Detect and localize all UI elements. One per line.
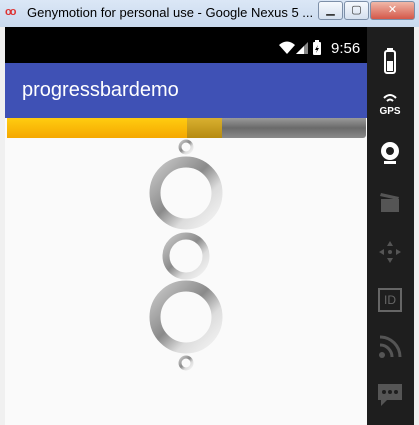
sms-widget-button[interactable] (375, 379, 405, 409)
dpad-icon (379, 241, 401, 263)
signal-icon (296, 42, 308, 54)
spinner-tiny-top (178, 139, 194, 155)
webcam-icon (381, 142, 399, 164)
remote-control-widget-button[interactable] (375, 237, 405, 267)
rss-icon (379, 335, 402, 358)
spinner-large (149, 156, 223, 230)
window-title-bar: oo Genymotion for personal use - Google … (0, 0, 419, 27)
status-clock: 9:56 (331, 40, 361, 57)
wifi-icon (279, 41, 295, 54)
battery-icon (313, 40, 321, 55)
battery-widget-button[interactable] (375, 47, 405, 77)
clapperboard-icon (380, 193, 399, 212)
spinner-large-bottom (149, 280, 223, 354)
spinner-tiny-bottom (178, 355, 194, 371)
device-id-widget-button[interactable]: ID (375, 285, 405, 315)
app-title: progressbardemo (22, 79, 179, 101)
network-widget-button[interactable] (375, 332, 405, 362)
genymotion-logo-icon: oo (5, 6, 17, 18)
device-screen: 9:56 progressbardemo (5, 27, 367, 425)
sms-icon (378, 384, 402, 406)
battery-icon (384, 48, 396, 74)
status-icons (278, 40, 328, 61)
genymotion-toolbar: GPS ID (367, 27, 414, 425)
spinner-medium (162, 232, 210, 280)
close-button[interactable]: ✕ (370, 1, 415, 20)
webcam-widget-button[interactable] (375, 137, 405, 167)
gps-widget-button[interactable]: GPS (375, 90, 405, 120)
window-title: Genymotion for personal use - Google Nex… (27, 5, 314, 20)
content-area (5, 118, 367, 425)
app-bar: progressbardemo (5, 63, 367, 118)
status-bar: 9:56 (5, 27, 367, 63)
gps-label: GPS (379, 106, 401, 117)
maximize-button[interactable]: ▢ (344, 1, 369, 20)
minimize-button[interactable]: ▁ (318, 1, 343, 20)
id-label: ID (384, 293, 396, 307)
screencast-widget-button[interactable] (375, 187, 405, 217)
